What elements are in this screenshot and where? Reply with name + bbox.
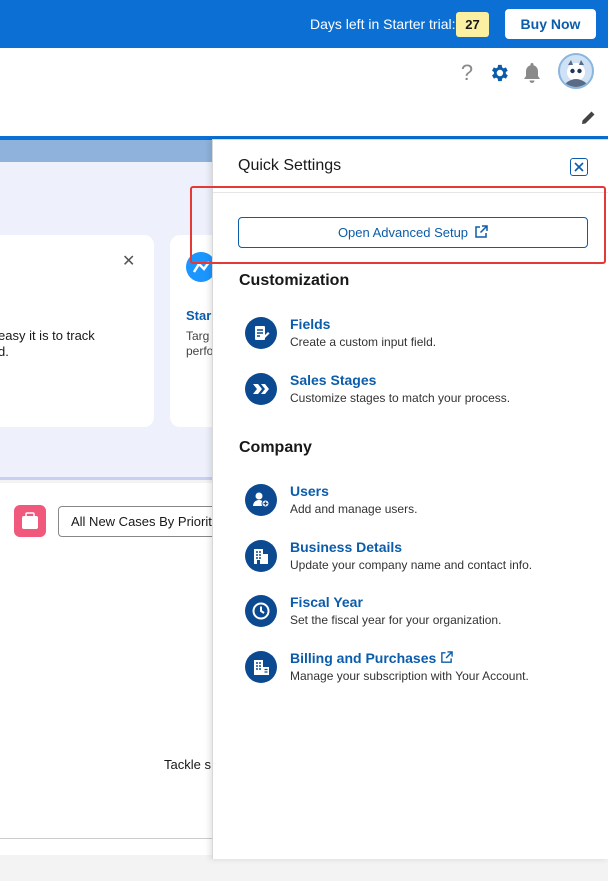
buy-now-button[interactable]: Buy Now [505, 9, 596, 39]
quick-setting-billing[interactable]: Billing and Purchases Manage your subscr… [245, 649, 595, 693]
avatar[interactable] [558, 53, 594, 89]
users-icon [245, 484, 277, 516]
external-link-icon [441, 651, 454, 663]
item-description: Set the fiscal year for your organizatio… [290, 613, 502, 627]
card-close-icon[interactable]: ✕ [122, 251, 135, 271]
section-heading-customization: Customization [239, 272, 350, 289]
card-text: perfo [186, 344, 214, 358]
billing-icon [245, 651, 277, 683]
quick-setting-sales-stages[interactable]: Sales Stages Customize stages to match y… [245, 371, 595, 415]
fields-icon [245, 317, 277, 349]
building-icon [245, 540, 277, 572]
quick-setting-business-details[interactable]: Business Details Update your company nam… [245, 538, 595, 582]
item-title[interactable]: Users [290, 483, 329, 499]
background-lower-area [0, 483, 230, 855]
section-heading-company: Company [239, 439, 312, 456]
clock-icon [245, 595, 277, 627]
global-header [0, 48, 608, 136]
card-text: easy it is to track [0, 328, 95, 343]
item-description: Manage your subscription with Your Accou… [290, 669, 529, 683]
open-advanced-setup-button[interactable]: Open Advanced Setup [238, 217, 588, 248]
item-description: Update your company name and contact inf… [290, 558, 533, 572]
item-title[interactable]: Billing and Purchases [290, 650, 454, 666]
card-text: d. [0, 344, 9, 359]
card-title[interactable]: Star [186, 308, 211, 323]
quick-settings-title: Quick Settings [238, 157, 342, 174]
card-text: Targ [186, 329, 210, 343]
quick-settings-panel: Quick Settings Open Advanced Setup Custo… [212, 139, 608, 859]
quick-setting-users[interactable]: Users Add and manage users. [245, 482, 595, 526]
gear-icon[interactable] [488, 61, 510, 85]
item-description: Create a custom input field. [290, 335, 437, 349]
pencil-icon[interactable] [580, 110, 596, 126]
item-title[interactable]: Business Details [290, 539, 402, 555]
help-icon[interactable]: ? [456, 62, 478, 84]
item-description: Customize stages to match your process. [290, 391, 511, 405]
item-title-text: Billing and Purchases [290, 650, 437, 666]
background-banner [0, 140, 230, 162]
background-text: Tackle s [164, 757, 211, 772]
list-view-select[interactable]: All New Cases By Priority [58, 506, 230, 537]
divider [0, 838, 230, 839]
bell-icon[interactable] [522, 62, 542, 84]
divider [213, 192, 608, 193]
trial-days-badge: 27 [456, 12, 489, 37]
quick-setting-fields[interactable]: Fields Create a custom input field. [245, 315, 595, 359]
item-title[interactable]: Fields [290, 316, 330, 332]
quick-setting-fiscal-year[interactable]: Fiscal Year Set the fiscal year for your… [245, 593, 595, 637]
item-title[interactable]: Sales Stages [290, 372, 376, 388]
close-icon[interactable] [570, 158, 588, 176]
item-title[interactable]: Fiscal Year [290, 594, 363, 610]
case-icon [14, 505, 46, 537]
trial-bar: Days left in Starter trial: 27 Buy Now [0, 0, 608, 48]
sales-stages-icon [245, 373, 277, 405]
advanced-setup-label: Open Advanced Setup [337, 225, 469, 240]
external-link-icon [475, 225, 488, 238]
trial-text: Days left in Starter trial: [310, 16, 456, 32]
background-card: ✕ easy it is to track d. [0, 235, 154, 427]
item-description: Add and manage users. [290, 502, 418, 516]
